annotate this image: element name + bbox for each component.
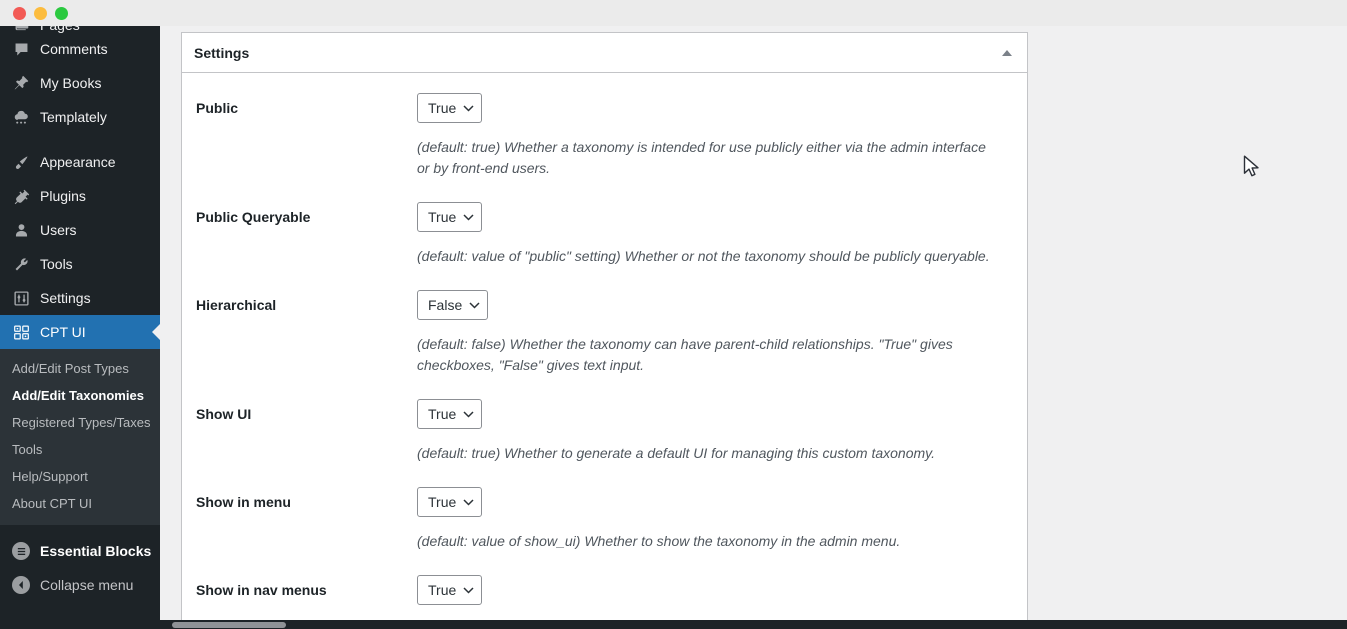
sidebar-item-label: Pages [40, 26, 80, 32]
sidebar-item-label: Templately [40, 109, 107, 125]
submenu-item-add-edit-post-types[interactable]: Add/Edit Post Types [0, 355, 160, 382]
sidebar-item-label: Users [40, 222, 77, 238]
window-title-bar [0, 0, 1347, 26]
setting-description: (default: true) Whether a taxonomy is in… [417, 139, 986, 176]
sidebar-item-comments[interactable]: Comments [0, 32, 160, 66]
sidebar-item-appearance[interactable]: Appearance [0, 145, 160, 179]
chevron-down-icon [463, 586, 474, 594]
settings-panel-header[interactable]: Settings [182, 33, 1027, 73]
sidebar-item-templately[interactable]: Templately [0, 100, 160, 134]
cpt-ui-submenu: Add/Edit Post Types Add/Edit Taxonomies … [0, 349, 160, 525]
comments-icon [11, 39, 31, 59]
setting-label: Public Queryable [196, 209, 311, 225]
setting-row-public-queryable: Public Queryable True (default: value of… [182, 202, 1027, 267]
horizontal-scrollbar[interactable] [0, 620, 1347, 629]
sidebar-item-label: Collapse menu [40, 577, 134, 593]
plugin-icon [11, 186, 31, 206]
sidebar-separator [0, 134, 160, 145]
hierarchical-select[interactable]: False [417, 290, 489, 320]
horizontal-scrollbar-thumb[interactable] [172, 622, 286, 628]
submenu-item-about-cpt-ui[interactable]: About CPT UI [0, 490, 160, 517]
select-value: True [428, 582, 457, 598]
submenu-item-registered-types-taxes[interactable]: Registered Types/Taxes [0, 409, 160, 436]
submenu-item-add-edit-taxonomies[interactable]: Add/Edit Taxonomies [0, 382, 160, 409]
chevron-down-icon [463, 410, 474, 418]
submenu-item-tools[interactable]: Tools [0, 436, 160, 463]
setting-row-show-ui: Show UI True (default: true) Whether to … [182, 399, 1027, 464]
settings-panel: Settings Public True (default: true) Whe… [181, 32, 1028, 629]
select-value: True [428, 100, 457, 116]
pages-icon [11, 26, 31, 32]
public-select[interactable]: True [417, 93, 483, 123]
select-value: False [428, 297, 463, 313]
setting-description: (default: value of show_ui) Whether to s… [417, 533, 901, 549]
setting-description: (default: value of "public" setting) Whe… [417, 248, 990, 264]
chevron-down-icon [469, 301, 480, 309]
sidebar-item-label: Appearance [40, 154, 116, 170]
show-in-nav-menus-select[interactable]: True [417, 575, 483, 605]
sidebar-item-label: Plugins [40, 188, 86, 204]
sidebar-item-label: Settings [40, 290, 91, 306]
cloud-icon [11, 107, 31, 127]
maximize-window-button[interactable] [55, 6, 68, 20]
setting-label: Hierarchical [196, 297, 277, 313]
sidebar-item-plugins[interactable]: Plugins [0, 179, 160, 213]
select-value: True [428, 406, 457, 422]
chevron-down-icon [463, 213, 474, 221]
submenu-item-help-support[interactable]: Help/Support [0, 463, 160, 490]
collapse-arrow-icon [11, 575, 31, 595]
setting-row-public: Public True (default: true) Whether a ta… [182, 93, 1027, 179]
wrench-icon [11, 254, 31, 274]
setting-row-hierarchical: Hierarchical False (default: false) Whet… [182, 290, 1027, 376]
paintbrush-icon [11, 152, 31, 172]
setting-label: Show in menu [196, 494, 291, 510]
sidebar-item-essential-blocks[interactable]: Essential Blocks [0, 534, 160, 568]
page-title: Settings [194, 44, 250, 61]
setting-label: Public [196, 100, 239, 116]
setting-row-show-in-menu: Show in menu True (default: value of sho… [182, 487, 1027, 552]
pin-icon [11, 73, 31, 93]
setting-label: Show UI [196, 406, 252, 422]
show-in-menu-select[interactable]: True [417, 487, 483, 517]
users-icon [11, 220, 31, 240]
sidebar-item-label: Essential Blocks [40, 543, 152, 559]
public-queryable-select[interactable]: True [417, 202, 483, 232]
sidebar-item-settings[interactable]: Settings [0, 281, 160, 315]
sidebar-item-tools[interactable]: Tools [0, 247, 160, 281]
close-window-button[interactable] [13, 6, 26, 20]
select-value: True [428, 209, 457, 225]
sidebar-item-cpt-ui[interactable]: CPT UI [0, 315, 160, 349]
sidebar-item-label: CPT UI [40, 324, 86, 340]
minimize-window-button[interactable] [34, 6, 47, 20]
sidebar-item-users[interactable]: Users [0, 213, 160, 247]
main-content: Settings Public True (default: true) Whe… [160, 26, 1347, 629]
essential-blocks-icon [11, 541, 31, 561]
settings-panel-body: Public True (default: true) Whether a ta… [182, 73, 1027, 629]
sidebar-item-my-books[interactable]: My Books [0, 66, 160, 100]
chevron-down-icon [463, 104, 474, 112]
setting-description: (default: true) Whether to generate a de… [417, 445, 936, 461]
triangle-up-icon[interactable] [997, 44, 1017, 62]
select-value: True [428, 494, 457, 510]
browser-viewport: Pages Comments My Books Templately [0, 26, 1347, 629]
cpt-ui-icon [11, 322, 31, 342]
sidebar-item-label: Comments [40, 41, 108, 57]
show-ui-select[interactable]: True [417, 399, 483, 429]
sidebar-item-label: Tools [40, 256, 73, 272]
chevron-down-icon [463, 498, 474, 506]
admin-sidebar: Pages Comments My Books Templately [0, 26, 160, 629]
sidebar-item-label: My Books [40, 75, 102, 91]
settings-sliders-icon [11, 288, 31, 308]
setting-description: (default: false) Whether the taxonomy ca… [417, 336, 953, 373]
collapse-menu-button[interactable]: Collapse menu [0, 568, 160, 602]
